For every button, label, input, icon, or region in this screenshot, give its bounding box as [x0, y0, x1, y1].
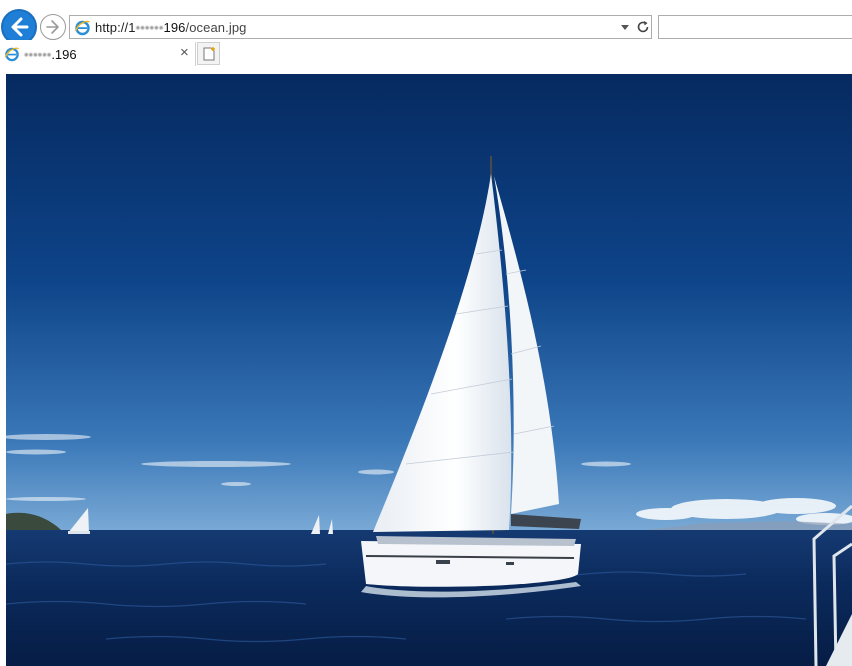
tab-active[interactable]: ••••••.196 × [0, 42, 196, 66]
address-bar[interactable]: http://1••••••196/ocean.jpg [69, 15, 652, 39]
forward-button[interactable] [40, 14, 66, 40]
url-text: http://1••••••196/ocean.jpg [95, 20, 246, 35]
dropdown-arrow-icon[interactable] [619, 21, 631, 33]
search-box[interactable] [658, 15, 852, 39]
url-path: /ocean.jpg [185, 20, 247, 35]
url-scheme: http://1 [95, 20, 136, 35]
url-host-tail: 196 [163, 20, 186, 35]
ocean-photo [6, 74, 852, 666]
tab-title: ••••••.196 [24, 47, 77, 62]
new-tab-button[interactable] [197, 42, 220, 65]
page-viewport [0, 66, 852, 666]
forward-arrow-icon [46, 20, 59, 34]
url-host-redacted: •••••• [135, 20, 164, 35]
navigation-toolbar: http://1••••••196/ocean.jpg [0, 0, 852, 45]
ie-logo-icon [4, 47, 19, 62]
refresh-icon[interactable] [635, 19, 651, 35]
tab-title-tail: .196 [51, 47, 77, 62]
sailboat-image [6, 74, 852, 666]
new-tab-icon [203, 47, 215, 61]
tab-strip: ••••••.196 × [0, 40, 852, 66]
close-icon[interactable]: × [180, 45, 189, 61]
tab-title-redacted: •••••• [24, 47, 52, 62]
ie-logo-icon [74, 20, 90, 36]
back-arrow-icon [11, 17, 29, 37]
